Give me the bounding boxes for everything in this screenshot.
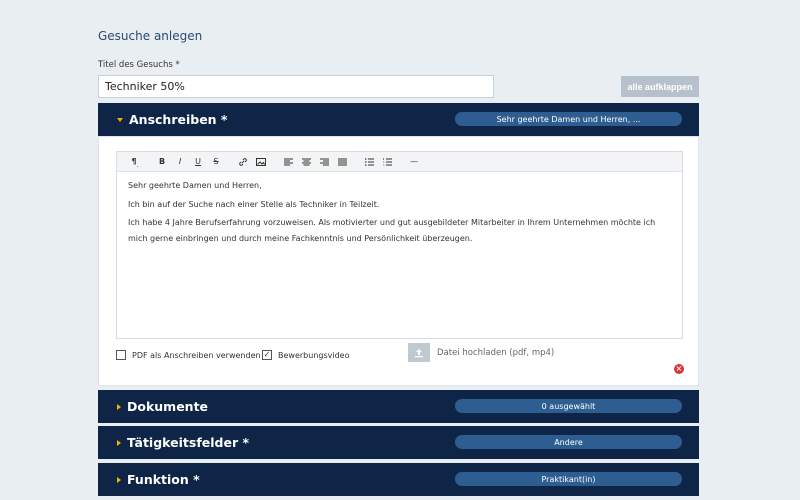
section-taetigkeitsfelder-header[interactable]: Tätigkeitsfelder * Andere bbox=[98, 426, 699, 459]
page-title: Gesuche anlegen bbox=[98, 29, 203, 43]
section-funktion-header[interactable]: Funktion * Praktikant(in) bbox=[98, 463, 699, 496]
strikethrough-button[interactable]: S bbox=[207, 152, 225, 172]
remove-icon[interactable]: × bbox=[674, 364, 684, 374]
align-right-icon[interactable] bbox=[315, 152, 333, 172]
section-title: Tätigkeitsfelder * bbox=[127, 435, 250, 450]
letter-paragraph: Sehr geehrte Damen und Herren, bbox=[128, 181, 262, 190]
pdf-option[interactable]: PDF als Anschreiben verwenden bbox=[116, 350, 261, 360]
caret-right-icon bbox=[117, 476, 121, 483]
align-center-icon[interactable] bbox=[297, 152, 315, 172]
anschreiben-panel: ¶ ˯ B I U S — Sehr geehrte Damen und Her… bbox=[98, 136, 699, 386]
upload-label: Datei hochladen (pdf, mp4) bbox=[437, 348, 555, 358]
numbered-list-icon[interactable] bbox=[378, 152, 396, 172]
title-field-label: Titel des Gesuchs * bbox=[98, 60, 180, 70]
bold-button[interactable]: B bbox=[153, 152, 171, 172]
horizontal-rule-button[interactable]: — bbox=[405, 152, 423, 172]
caret-right-icon bbox=[117, 439, 121, 446]
editor-content[interactable]: Sehr geehrte Damen und Herren, Ich bin a… bbox=[117, 172, 682, 255]
underline-button[interactable]: U bbox=[189, 152, 207, 172]
upload-icon bbox=[415, 348, 423, 357]
section-anschreiben-header[interactable]: Anschreiben * Sehr geehrte Damen und Her… bbox=[98, 103, 699, 136]
align-justify-icon[interactable] bbox=[333, 152, 351, 172]
pdf-checkbox[interactable] bbox=[116, 350, 126, 360]
letter-paragraph: Ich habe 4 Jahre Berufserfahrung vorzuwe… bbox=[128, 218, 656, 243]
video-checkbox[interactable]: ✓ bbox=[262, 350, 272, 360]
editor-toolbar: ¶ ˯ B I U S — bbox=[117, 152, 682, 172]
section-title: Dokumente bbox=[127, 399, 209, 414]
section-dokumente-header[interactable]: Dokumente 0 ausgewählt bbox=[98, 390, 699, 423]
expand-all-button[interactable]: alle aufklappen bbox=[621, 76, 699, 97]
section-summary-pill: Andere bbox=[455, 435, 682, 449]
pdf-option-label: PDF als Anschreiben verwenden bbox=[132, 350, 261, 360]
section-summary-pill: 0 ausgewählt bbox=[455, 399, 682, 413]
title-input[interactable] bbox=[98, 75, 494, 98]
section-summary-pill: Sehr geehrte Damen und Herren, ... bbox=[455, 112, 682, 126]
section-title: Anschreiben * bbox=[129, 112, 228, 127]
upload-button[interactable] bbox=[408, 343, 430, 362]
section-summary-pill: Praktikant(in) bbox=[455, 472, 682, 486]
align-left-icon[interactable] bbox=[279, 152, 297, 172]
video-option[interactable]: ✓ Bewerbungsvideo bbox=[262, 350, 349, 360]
paragraph-format-button[interactable]: ¶ ˯ bbox=[126, 152, 144, 172]
video-option-label: Bewerbungsvideo bbox=[278, 350, 350, 360]
link-icon[interactable] bbox=[234, 152, 252, 172]
caret-right-icon bbox=[117, 403, 121, 410]
section-title: Funktion * bbox=[127, 472, 200, 487]
image-icon[interactable] bbox=[252, 152, 270, 172]
rich-text-editor: ¶ ˯ B I U S — Sehr geehrte Damen und Her… bbox=[116, 151, 683, 339]
bullet-list-icon[interactable] bbox=[360, 152, 378, 172]
italic-button[interactable]: I bbox=[171, 152, 189, 172]
letter-paragraph: Ich bin auf der Suche nach einer Stelle … bbox=[128, 199, 380, 209]
caret-down-icon bbox=[117, 117, 123, 122]
